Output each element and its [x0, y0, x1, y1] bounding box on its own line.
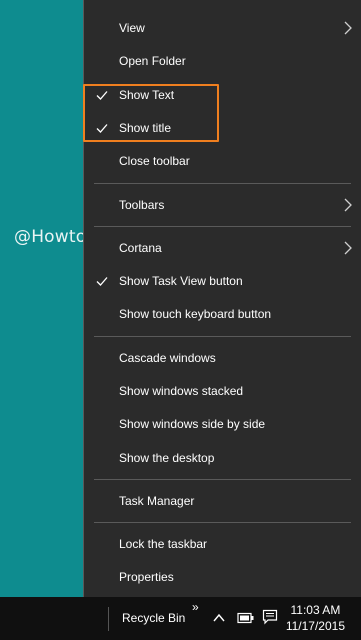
action-center-icon[interactable]: [262, 609, 278, 625]
recycle-bin-toolbar[interactable]: Recycle Bin: [122, 611, 185, 625]
menu-separator: [94, 336, 351, 337]
menu-item-label: Show windows side by side: [119, 416, 266, 431]
menu-item-toolbars[interactable]: Toolbars: [84, 188, 361, 221]
chevron-right-icon: [344, 198, 352, 211]
menu-item-label: Show windows stacked: [119, 383, 244, 398]
menu-item-label: Cascade windows: [119, 350, 216, 365]
menu-item-label: Task Manager: [119, 493, 195, 508]
menu-separator: [94, 479, 351, 480]
chevron-up-icon[interactable]: [213, 613, 225, 623]
menu-item-windows-stacked[interactable]: Show windows stacked: [84, 374, 361, 407]
clock-time: 11:03 AM: [290, 603, 341, 617]
battery-icon[interactable]: [237, 612, 255, 624]
menu-separator: [94, 183, 351, 184]
menu-item-label: Show the desktop: [119, 450, 215, 465]
annotation-highlight-box: [83, 84, 219, 142]
toolbar-overflow-button[interactable]: »: [192, 600, 199, 614]
chevron-right-icon: [344, 241, 352, 254]
menu-item-open-folder[interactable]: Open Folder: [84, 44, 361, 77]
clock-date: 11/17/2015: [285, 619, 345, 633]
menu-item-lock-taskbar[interactable]: Lock the taskbar: [84, 527, 361, 560]
menu-item-label: Close toolbar: [119, 153, 190, 168]
clock[interactable]: 11:03 AM 11/17/2015: [286, 602, 345, 634]
menu-item-cascade-windows[interactable]: Cascade windows: [84, 341, 361, 374]
menu-item-cortana[interactable]: Cortana: [84, 231, 361, 264]
menu-item-view[interactable]: View: [84, 11, 361, 44]
menu-item-label: View: [119, 20, 145, 35]
taskbar: Recycle Bin » 11:03 AM 11/17/2015: [0, 597, 361, 640]
menu-item-task-manager[interactable]: Task Manager: [84, 484, 361, 517]
menu-item-label: Open Folder: [119, 53, 186, 68]
menu-separator: [94, 226, 351, 227]
toolbar-divider[interactable]: [108, 607, 109, 631]
menu-item-label: Cortana: [119, 240, 162, 255]
menu-item-show-touch-keyboard[interactable]: Show touch keyboard button: [84, 297, 361, 330]
chevron-right-icon: [344, 21, 352, 34]
menu-item-label: Show Task View button: [119, 273, 243, 288]
menu-item-close-toolbar[interactable]: Close toolbar: [84, 144, 361, 177]
menu-item-properties[interactable]: Properties: [84, 560, 361, 593]
menu-item-windows-side-by-side[interactable]: Show windows side by side: [84, 407, 361, 440]
menu-item-label: Show touch keyboard button: [119, 306, 272, 321]
menu-item-show-task-view[interactable]: Show Task View button: [84, 264, 361, 297]
menu-item-label: Properties: [119, 569, 174, 584]
checkmark-icon: [96, 276, 108, 286]
menu-item-show-desktop[interactable]: Show the desktop: [84, 441, 361, 474]
menu-item-label: Lock the taskbar: [119, 536, 208, 551]
menu-separator: [94, 522, 351, 523]
menu-item-label: Toolbars: [119, 197, 165, 212]
